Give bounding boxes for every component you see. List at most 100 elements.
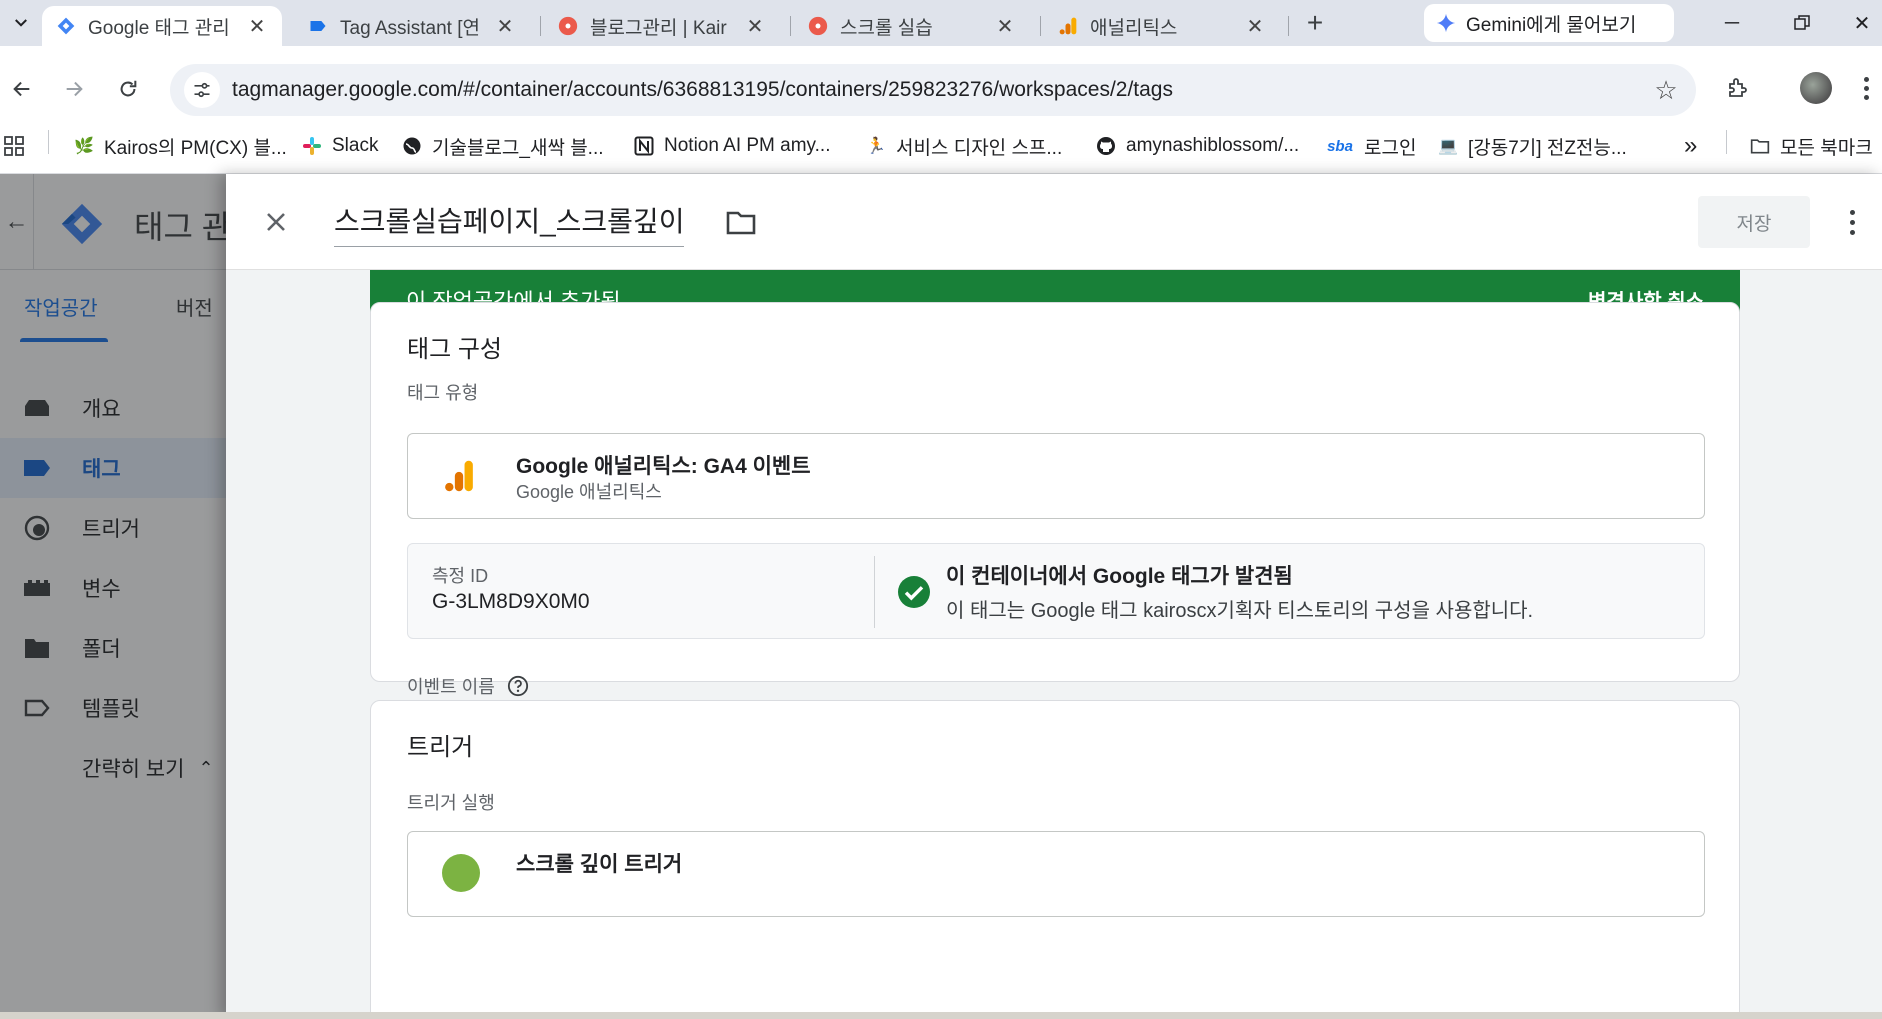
tag-assistant-icon: [308, 16, 328, 36]
close-icon[interactable]: ✕: [744, 15, 766, 38]
tag-type-selector[interactable]: Google 애널리틱스: GA4 이벤트 Google 애널리틱스: [407, 433, 1705, 519]
bookmark-label: 로그인: [1364, 137, 1417, 159]
tistory-icon: [558, 16, 578, 36]
folder-button[interactable]: [724, 208, 758, 238]
tab-title: 애널리틱스: [1090, 17, 1178, 39]
tab-separator: [1040, 16, 1041, 36]
google-tag-found-title: 이 컨테이너에서 Google 태그가 발견됨: [946, 565, 1293, 588]
trigger-item[interactable]: 스크롤 깊이 트리거: [407, 831, 1705, 917]
bookmarks-bar: 🌿 Kairos의 PM(CX) 블... Slack 기술블로그_새싹 블..…: [0, 118, 1882, 174]
minimize-button[interactable]: ─: [1704, 4, 1760, 42]
tab-blog-admin[interactable]: 블로그관리 | Kair ✕: [544, 6, 780, 46]
analytics-icon: [1058, 16, 1078, 36]
bookmark-label: 기술블로그_새싹 블...: [432, 137, 604, 159]
tab-tag-assistant[interactable]: Tag Assistant [연 ✕: [294, 6, 530, 46]
measurement-id-value[interactable]: G-3LM8D9X0M0: [432, 590, 590, 614]
tab-separator: [790, 16, 791, 36]
tab-title: Tag Assistant [연: [340, 17, 480, 39]
restore-button[interactable]: [1774, 4, 1830, 42]
bookmark-label: Kairos의 PM(CX) 블...: [104, 137, 287, 159]
bookmarks-overflow-button[interactable]: »: [1684, 128, 1697, 164]
bookmark-kairos[interactable]: 🌿 Kairos의 PM(CX) 블...: [74, 128, 287, 164]
url-text: tagmanager.google.com/#/container/accoun…: [232, 78, 1173, 101]
tag-config-card[interactable]: 태그 구성 태그 유형 Google 애널리틱스: GA4 이벤트 Google…: [370, 302, 1740, 722]
tab-separator: [540, 16, 541, 36]
gtm-icon: [56, 16, 76, 36]
bookmark-sba[interactable]: sba 로그인: [1326, 128, 1416, 164]
leaf-icon: 🌿: [74, 138, 94, 155]
star-icon[interactable]: ☆: [1646, 70, 1686, 110]
tag-type-name: Google 애널리틱스: GA4 이벤트: [516, 455, 811, 478]
apps-icon[interactable]: [4, 128, 24, 164]
tag-editor-drawer: 스크롤실습페이지_스크롤깊이 저장 이 작업공간에서 추가됨 변경사항 취소 태…: [226, 174, 1882, 1019]
event-name-label-text: 이벤트 이름: [407, 677, 495, 697]
gemini-icon: [1436, 13, 1456, 33]
browser-menu-icon[interactable]: [1856, 68, 1876, 108]
divider: [874, 556, 875, 628]
sba-icon: sba: [1327, 137, 1353, 155]
bookmark-gangdong[interactable]: 💻 [강동7기] 전Z전능...: [1438, 128, 1627, 164]
folder-icon: [1750, 136, 1770, 156]
close-drawer-button[interactable]: [256, 202, 296, 242]
arrow-left-icon: [13, 81, 30, 97]
close-icon[interactable]: ✕: [246, 15, 268, 38]
chevron-down-icon: [15, 19, 27, 27]
more-options-icon[interactable]: [1842, 204, 1862, 240]
address-bar[interactable]: tagmanager.google.com/#/container/accoun…: [170, 64, 1696, 116]
close-icon[interactable]: ✕: [494, 15, 516, 38]
measurement-id-panel: 측정 ID G-3LM8D9X0M0 이 컨테이너에서 Google 태그가 발…: [407, 543, 1705, 639]
close-icon[interactable]: ✕: [994, 15, 1016, 38]
bookmark-github[interactable]: amynashiblossom/...: [1096, 128, 1299, 164]
gemini-label: Gemini에게 물어보기: [1466, 14, 1637, 36]
arrow-right-icon: [66, 81, 83, 97]
github-icon: [1096, 136, 1116, 156]
save-button[interactable]: 저장: [1698, 196, 1810, 248]
close-window-button[interactable]: ✕: [1842, 4, 1882, 42]
card-title: 태그 구성: [407, 336, 502, 363]
profile-avatar[interactable]: [1800, 72, 1832, 104]
folder-outline-icon: [726, 211, 756, 235]
drawer-header: 스크롤실습페이지_스크롤깊이 저장: [226, 174, 1882, 270]
bookmark-label: 모든 북마크: [1780, 137, 1873, 159]
new-tab-button[interactable]: +: [1300, 7, 1330, 38]
bookmark-service-design[interactable]: 🏃 서비스 디자인 스프...: [866, 128, 1062, 164]
close-icon[interactable]: ✕: [1244, 15, 1266, 38]
bookmark-tech-blog[interactable]: 기술블로그_새싹 블...: [402, 128, 604, 164]
runner-icon: 🏃: [866, 138, 886, 155]
taskbar-edge: [0, 1012, 1882, 1019]
tab-title: 스크롤 실습: [840, 17, 933, 39]
trigger-card[interactable]: 트리거 트리거 실행 스크롤 깊이 트리거: [370, 700, 1740, 1019]
all-bookmarks-button[interactable]: 모든 북마크: [1750, 128, 1873, 164]
bookmark-notion[interactable]: Notion AI PM amy...: [634, 128, 830, 164]
tab-search-button[interactable]: [6, 8, 36, 38]
tag-type-label: 태그 유형: [407, 383, 479, 403]
tag-name-input[interactable]: 스크롤실습페이지_스크롤깊이: [334, 200, 685, 247]
google-tag-found-desc: 이 태그는 Google 태그 kairoscx기획자 티스토리의 구성을 사용…: [946, 600, 1534, 622]
measurement-id-label: 측정 ID: [432, 566, 489, 586]
tab-strip: Google 태그 관리 ✕ Tag Assistant [연 ✕ 블로그관리 …: [0, 0, 1882, 46]
bookmark-divider: [48, 130, 49, 154]
bookmark-label: amynashiblossom/...: [1126, 135, 1300, 156]
help-icon[interactable]: [507, 675, 529, 697]
restore-icon: [1794, 15, 1810, 30]
tab-scroll-practice[interactable]: 스크롤 실습 ✕: [794, 6, 1030, 46]
analytics-icon: [445, 460, 473, 492]
extensions-icon[interactable]: [1718, 68, 1758, 108]
event-name-label: 이벤트 이름: [407, 673, 529, 699]
tab-title: Google 태그 관리: [88, 17, 230, 39]
tab-title: 블로그관리 | Kair: [590, 17, 727, 39]
tab-analytics[interactable]: 애널리틱스 ✕: [1044, 6, 1280, 46]
gemini-button[interactable]: Gemini에게 물어보기: [1424, 4, 1674, 42]
bookmark-label: 서비스 디자인 스프...: [896, 137, 1063, 159]
laptop-icon: 💻: [1438, 138, 1458, 155]
scroll-trigger-icon: [442, 854, 480, 892]
bookmark-slack[interactable]: Slack: [302, 128, 378, 164]
bookmark-label: [강동7기] 전Z전능...: [1468, 137, 1627, 159]
trigger-name: 스크롤 깊이 트리거: [516, 853, 683, 876]
bookmark-label: Notion AI PM amy...: [664, 135, 831, 156]
site-info-icon[interactable]: [184, 72, 220, 108]
globe-icon: [402, 136, 422, 156]
modal-scrim[interactable]: [0, 174, 226, 1019]
reload-icon: [120, 80, 137, 97]
tab-gtm[interactable]: Google 태그 관리 ✕: [42, 6, 282, 46]
